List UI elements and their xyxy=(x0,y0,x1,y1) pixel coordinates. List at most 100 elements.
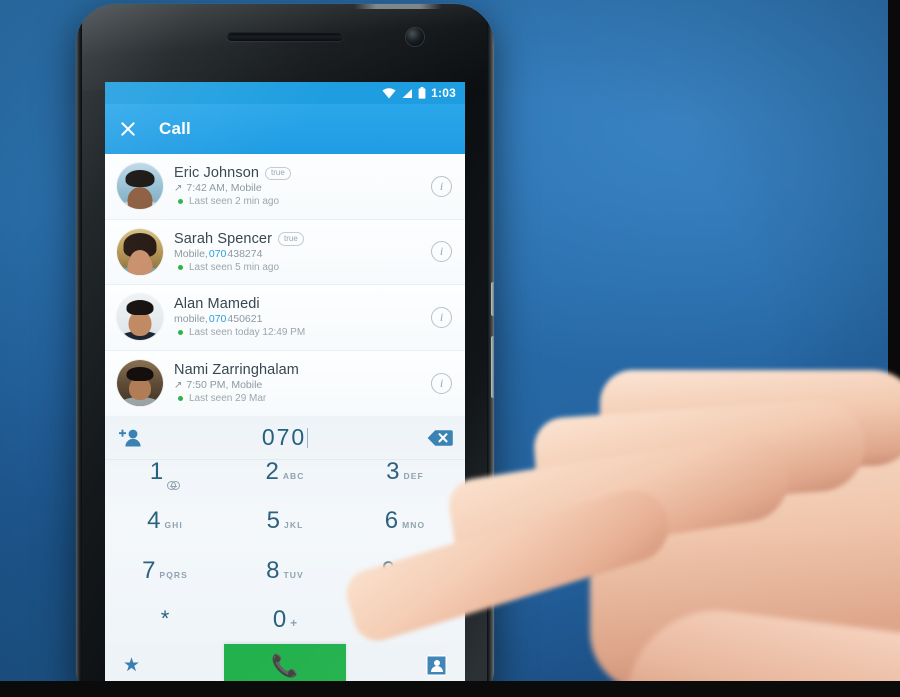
keypad-key-9[interactable]: 9 WXYZ xyxy=(345,556,465,608)
status-bar-clock: 1:03 xyxy=(431,86,456,100)
call-direction-icon: ↗ xyxy=(174,182,183,194)
dialer: 070 1 2 ABC 3 DEF 4 GHI 5 JKL 6 MNO 7 PQ… xyxy=(105,416,465,657)
key-letters: PQRS xyxy=(159,569,188,580)
key-digit: # xyxy=(398,605,412,631)
contact-info-button[interactable]: i xyxy=(431,306,452,328)
contact-detail: ↗ 7:50 PM, Mobile xyxy=(174,379,431,391)
contact-info: Sarah Spencer true Mobile, 070 438274 Las… xyxy=(163,231,431,273)
contact-info: Alan Mamedi mobile, 070 450621 Last seen … xyxy=(163,296,431,338)
key-letters: WXYZ xyxy=(399,569,429,580)
key-letters: GHI xyxy=(164,520,183,531)
contact-last-seen: Last seen 29 Mar xyxy=(174,393,431,404)
contact-detail-prefix: mobile, xyxy=(174,313,208,326)
contact-number-prefix: 070 xyxy=(208,247,227,260)
contact-name: Sarah Spencer xyxy=(174,230,273,247)
contact-card-icon[interactable] xyxy=(426,655,447,676)
close-icon[interactable] xyxy=(119,120,137,138)
page-title: Call xyxy=(159,119,191,138)
contact-info: Eric Johnson true ↗ 7:42 AM, Mobile Last … xyxy=(163,165,431,207)
key-letters: DEF xyxy=(403,471,424,481)
contact-info-button[interactable]: i xyxy=(431,175,452,197)
keypad-key-1[interactable]: 1 xyxy=(105,460,225,509)
key-digit: 9 xyxy=(381,556,396,584)
call-direction-icon: ↗ xyxy=(174,379,183,391)
contact-name: Nami Zarringhalam xyxy=(174,362,299,379)
avatar xyxy=(117,294,163,341)
phone-left-edge xyxy=(76,4,82,697)
last-seen-text: Last seen 5 min ago xyxy=(189,261,280,273)
key-letters: + xyxy=(290,615,298,630)
status-badge: true xyxy=(278,232,304,246)
app-bar: Call xyxy=(105,104,465,154)
table-row[interactable]: Nami Zarringhalam ↗ 7:50 PM, Mobile Last … xyxy=(105,350,465,416)
key-letters: TUV xyxy=(283,569,304,580)
contact-info: Nami Zarringhalam ↗ 7:50 PM, Mobile Last … xyxy=(163,362,431,404)
keypad-key-7[interactable]: 7 PQRS xyxy=(105,556,225,608)
contact-detail: mobile, 070 450621 xyxy=(174,313,431,325)
contact-last-seen: Last seen today 12:49 PM xyxy=(174,327,431,338)
last-seen-text: Last seen 29 Mar xyxy=(189,393,267,405)
contact-list: Eric Johnson true ↗ 7:42 AM, Mobile Last … xyxy=(105,154,465,416)
online-dot-icon xyxy=(178,199,183,205)
wifi-icon xyxy=(382,87,396,99)
keypad-key-8[interactable]: 8 TUV xyxy=(225,556,345,608)
key-digit: * xyxy=(160,605,170,631)
power-button[interactable] xyxy=(491,282,494,316)
key-letters: MNO xyxy=(402,520,426,531)
add-person-icon[interactable] xyxy=(117,427,143,449)
online-dot-icon xyxy=(178,330,183,336)
key-digit: 6 xyxy=(384,507,399,535)
letterbox-right xyxy=(888,0,900,697)
keypad-key-4[interactable]: 4 GHI xyxy=(105,509,225,558)
table-row[interactable]: Sarah Spencer true Mobile, 070 438274 Las… xyxy=(105,219,465,285)
screenshot-stage: 1:03 Call Eric Johnson true ↗ 7:42 AM, M… xyxy=(0,0,900,697)
contact-detail: Mobile, 070 438274 xyxy=(174,248,431,260)
key-digit: 8 xyxy=(266,556,280,584)
key-digit: 0 xyxy=(272,605,287,633)
keypad-key-2[interactable]: 2 ABC xyxy=(225,460,345,509)
online-dot-icon xyxy=(178,396,183,402)
front-camera xyxy=(406,28,424,46)
dialed-number-text: 070 xyxy=(261,424,307,450)
phone-top-antenna-strip xyxy=(354,4,442,9)
contact-detail: ↗ 7:42 AM, Mobile xyxy=(174,182,431,194)
contact-detail-rest: 438274 xyxy=(227,247,263,260)
key-digit: 1 xyxy=(149,458,164,485)
keypad-key-3[interactable]: 3 DEF xyxy=(345,460,465,509)
dialed-number[interactable]: 070 xyxy=(143,424,427,451)
backspace-icon[interactable] xyxy=(427,428,453,448)
key-letters: JKL xyxy=(284,520,304,531)
online-dot-icon xyxy=(178,264,183,270)
dialed-number-bar: 070 xyxy=(105,416,465,460)
key-digit: 7 xyxy=(142,556,156,584)
volume-rocker[interactable] xyxy=(491,336,494,398)
contact-detail-prefix: Mobile, xyxy=(174,247,208,260)
contact-number-prefix: 070 xyxy=(208,313,227,326)
contact-last-seen: Last seen 5 min ago xyxy=(174,262,431,273)
last-seen-text: Last seen today 12:49 PM xyxy=(189,327,306,339)
status-badge: true xyxy=(265,166,291,180)
earpiece-speaker xyxy=(227,32,343,41)
keypad-key-6[interactable]: 6 MNO xyxy=(345,509,465,558)
table-row[interactable]: Alan Mamedi mobile, 070 450621 Last seen … xyxy=(105,285,465,351)
signal-icon xyxy=(401,88,413,99)
avatar xyxy=(117,163,163,210)
contact-info-button[interactable]: i xyxy=(431,241,452,263)
contact-detail-rest: 7:50 PM, Mobile xyxy=(186,379,263,392)
phone-body-gloss xyxy=(76,4,494,90)
letterbox-bottom xyxy=(0,681,900,697)
key-digit: 4 xyxy=(147,507,161,535)
keypad: 1 2 ABC 3 DEF 4 GHI 5 JKL 6 MNO 7 PQRS 8… xyxy=(105,460,465,657)
key-letters: ABC xyxy=(282,471,305,481)
key-digit: 3 xyxy=(386,458,400,485)
voicemail-icon xyxy=(167,480,181,490)
contact-last-seen: Last seen 2 min ago xyxy=(174,196,431,207)
star-icon[interactable]: ★ xyxy=(123,656,140,675)
status-bar: 1:03 xyxy=(105,82,465,104)
text-caret xyxy=(307,428,309,448)
last-seen-text: Last seen 2 min ago xyxy=(189,196,280,208)
contact-info-button[interactable]: i xyxy=(431,372,452,394)
table-row[interactable]: Eric Johnson true ↗ 7:42 AM, Mobile Last … xyxy=(105,154,465,220)
smartphone-device: 1:03 Call Eric Johnson true ↗ 7:42 AM, M… xyxy=(76,4,494,697)
keypad-key-5[interactable]: 5 JKL xyxy=(225,509,345,558)
